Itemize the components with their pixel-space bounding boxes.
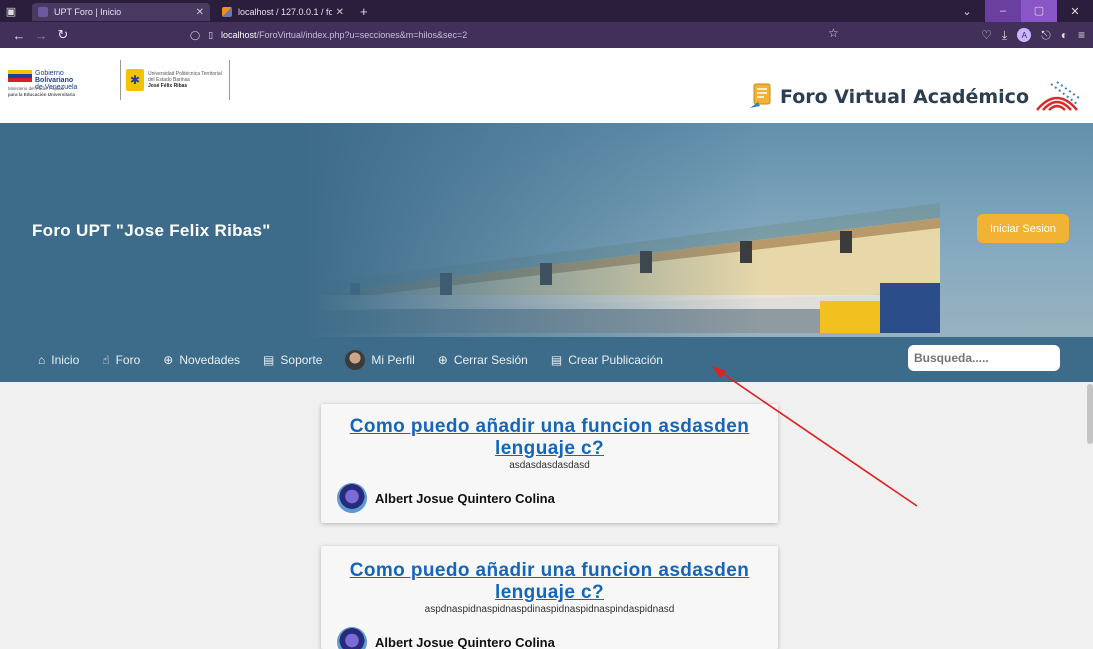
message-icon: ▤ — [263, 352, 275, 367]
shield-icon: ◯ — [190, 29, 201, 40]
menu-item-label: Inicio — [51, 352, 80, 367]
new-tab-icon[interactable]: + — [360, 4, 368, 19]
post-title-link[interactable]: Como puedo añadir una funcion asdasden l… — [340, 546, 760, 604]
url-bar[interactable]: ◯ ▯ localhost /ForoVirtual/index.php?u=s… — [190, 25, 860, 45]
ministry-line-2: para la Educación Universitaria — [8, 92, 76, 97]
menu-item-cerrar-sesion[interactable]: ⊕ Cerrar Sesión — [438, 353, 528, 367]
avatar — [345, 349, 366, 370]
uni-line-3: José Félix Ribas — [148, 83, 188, 89]
post-description: aspdnaspidnaspidnaspdinaspidnaspidnaspin… — [424, 604, 675, 615]
menu-item-label: Mi Perfil — [371, 352, 415, 367]
browser-tabbar: ▣ UPT Foro | Inicio ✕ localhost / 127.0.… — [0, 0, 1093, 22]
forum-document-icon — [749, 83, 771, 108]
browser-navbar: ← → ↻ ◯ ▯ localhost /ForoVirtual/index.p… — [0, 22, 1093, 48]
window-controls: ⌄ – ▢ ✕ — [949, 0, 1093, 22]
bookmark-star-icon[interactable]: ☆ — [828, 26, 839, 40]
login-button[interactable]: Iniciar Sesion — [977, 214, 1069, 243]
post-title-link[interactable]: Como puedo añadir una funcion asdasden l… — [340, 404, 760, 460]
menu-item-label: Novedades — [179, 352, 241, 367]
decorative-waves-icon — [1036, 81, 1080, 111]
reload-icon[interactable]: ↻ — [52, 27, 74, 43]
url-path: /ForoVirtual/index.php?u=secciones&m=hil… — [256, 30, 468, 40]
site-title: Foro Virtual Académico — [779, 86, 1029, 108]
tab-list-icon[interactable]: ▣ — [0, 0, 22, 22]
menu-item-foro[interactable]: ☝ Foro — [102, 353, 140, 367]
menu-icon[interactable]: ≡ — [1078, 28, 1085, 42]
page-favicon-icon — [38, 7, 48, 17]
globe-icon: ⊕ — [437, 352, 448, 367]
close-tab-icon[interactable]: ✕ — [196, 7, 204, 18]
university-name: Universidad Politécnica Territorial del … — [148, 71, 222, 89]
author-avatar — [337, 483, 367, 513]
globe-icon: ⊕ — [163, 352, 174, 367]
url-host: localhost — [221, 30, 257, 40]
hero-banner: Foro UPT "Jose Felix Ribas" Iniciar Sesi… — [0, 123, 1093, 337]
author-name: Albert Josue Quintero Colina — [375, 634, 555, 649]
gov-line-1: Gobierno — [35, 69, 64, 77]
post-card: Como puedo añadir una funcion asdasden l… — [321, 404, 778, 523]
home-icon: ⌂ — [38, 352, 46, 367]
government-logo: Gobierno Bolivariano de Venezuela Minist… — [8, 60, 233, 100]
menu-item-label: Crear Publicación — [568, 352, 663, 367]
palm-tree-icon: ✱ — [126, 69, 144, 91]
account-icon[interactable]: A — [1017, 28, 1032, 42]
menu-item-label: Cerrar Sesión — [453, 352, 528, 367]
download-icon[interactable]: ⤓ — [1002, 28, 1007, 43]
search-input[interactable] — [908, 345, 1060, 371]
browser-tab[interactable]: localhost / 127.0.0.1 / foro / us ✕ — [216, 3, 350, 21]
menu-item-mi-perfil[interactable]: Mi Perfil — [345, 349, 415, 370]
forward-icon[interactable]: → — [30, 28, 52, 43]
ministry-text: Ministerio del Poder Popular para la Edu… — [8, 86, 120, 98]
menu-item-crear-publicacion[interactable]: ▤ Crear Publicación — [551, 353, 663, 367]
hand-pointer-icon: ☝ — [102, 352, 110, 367]
post-card: Como puedo añadir una funcion asdasden l… — [321, 546, 778, 649]
menu-item-label: Soporte — [280, 352, 323, 367]
minimize-icon[interactable]: – — [985, 0, 1021, 22]
post-author: Albert Josue Quintero Colina — [337, 627, 778, 649]
site-header: Gobierno Bolivariano de Venezuela Minist… — [0, 48, 1093, 123]
menu-item-label: Foro — [115, 352, 141, 367]
tab-overflow-icon[interactable]: ⌄ — [949, 5, 985, 18]
pocket-icon[interactable]: ♡ — [981, 28, 992, 42]
university-logo: ✱ Universidad Politécnica Territorial de… — [120, 60, 230, 100]
page-scrollbar[interactable] — [1087, 384, 1093, 444]
back-icon[interactable]: ← — [8, 28, 30, 43]
extensions-icon[interactable]: ⎋ — [1041, 28, 1051, 43]
menu-item-inicio[interactable]: ⌂ Inicio — [38, 353, 79, 367]
page-icon: ▯ — [208, 29, 214, 40]
gov-line-2: Bolivariano — [35, 76, 74, 84]
phpmyadmin-favicon-icon — [222, 7, 232, 17]
menu-item-soporte[interactable]: ▤ Soporte — [263, 353, 322, 367]
addon-icon[interactable]: ◐ — [1061, 28, 1068, 42]
browser-toolbar-right: ♡ ⤓ A ⎋ ◐ ≡ — [981, 22, 1093, 48]
author-avatar — [337, 627, 367, 649]
close-window-icon[interactable]: ✕ — [1057, 5, 1093, 18]
venezuela-flag-icon — [8, 69, 32, 82]
tab-title: localhost / 127.0.0.1 / foro / us — [238, 7, 332, 17]
site-brand[interactable]: Foro Virtual Académico — [746, 80, 1081, 114]
close-tab-icon[interactable]: ✕ — [336, 7, 344, 18]
message-icon: ▤ — [550, 352, 563, 367]
post-author: Albert Josue Quintero Colina — [337, 483, 778, 513]
author-name: Albert Josue Quintero Colina — [375, 490, 555, 506]
hero-title: Foro UPT "Jose Felix Ribas" — [32, 221, 271, 240]
browser-tab-active[interactable]: UPT Foro | Inicio ✕ — [32, 3, 210, 21]
maximize-icon[interactable]: ▢ — [1021, 0, 1057, 22]
post-description: asdasdasdasdasd — [509, 460, 590, 471]
menu-item-novedades[interactable]: ⊕ Novedades — [163, 353, 240, 367]
tab-title: UPT Foro | Inicio — [54, 7, 122, 17]
